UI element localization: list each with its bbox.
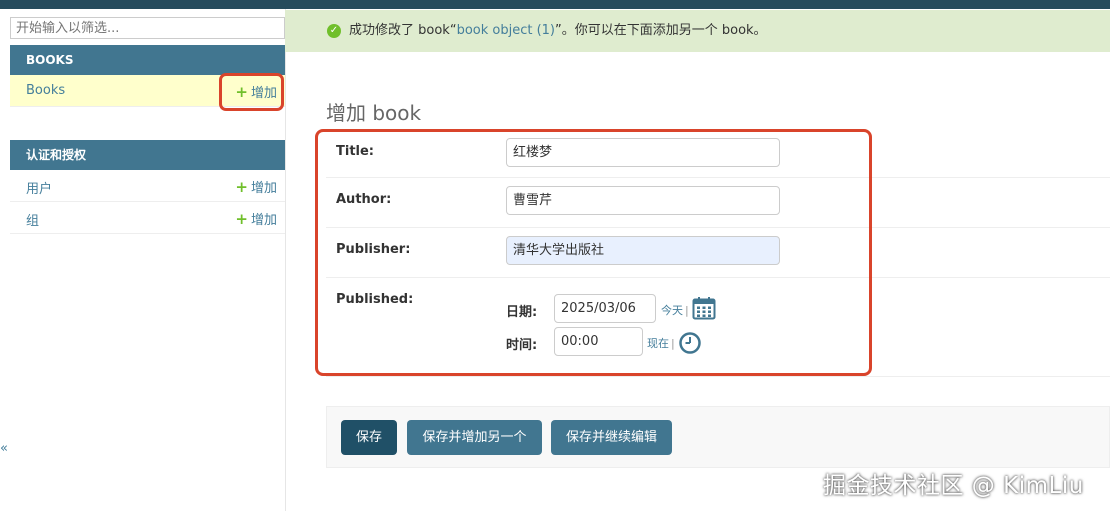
message-prefix: 成功修改了 book“ (349, 23, 457, 38)
save-button[interactable]: 保存 (341, 420, 397, 455)
message-suffix: ”。你可以在下面添加另一个 book。 (555, 23, 767, 38)
toggle-sidebar-icon[interactable]: « (0, 441, 8, 456)
success-message: ✓ 成功修改了 book“book object (1)”。你可以在下面添加另一… (285, 10, 1110, 52)
module-header-books[interactable]: BOOKS (10, 45, 285, 75)
sidebar-item-groups: 组 + 增加 (10, 202, 285, 234)
success-check-icon: ✓ (327, 24, 341, 38)
plus-icon: + (235, 210, 248, 228)
highlight-box-form (315, 129, 872, 376)
page-title: 增加 book (326, 101, 422, 126)
add-group-link[interactable]: + 增加 (235, 209, 277, 228)
sidebar-filter-input[interactable] (10, 17, 285, 39)
sidebar-item-users: 用户 + 增加 (10, 170, 285, 202)
plus-icon: + (235, 178, 248, 196)
save-and-continue-button[interactable]: 保存并继续编辑 (551, 420, 672, 455)
watermark: 掘金技术社区 @ KimLiu (823, 473, 1084, 499)
add-group-label: 增加 (250, 213, 277, 228)
add-user-label: 增加 (250, 181, 277, 196)
sidebar-link-books[interactable]: Books (26, 83, 65, 98)
top-header-bar (0, 0, 1110, 9)
module-auth: 认证和授权 用户 + 增加 组 + 增加 (10, 140, 285, 234)
module-header-auth[interactable]: 认证和授权 (10, 140, 285, 170)
sidebar-link-groups[interactable]: 组 (26, 210, 39, 229)
sidebar-link-users[interactable]: 用户 (26, 178, 52, 197)
message-object-link[interactable]: book object (1) (457, 23, 555, 38)
submit-row: 保存 保存并增加另一个 保存并继续编辑 (326, 406, 1110, 468)
save-and-add-another-button[interactable]: 保存并增加另一个 (407, 420, 542, 455)
highlight-box-add-link (219, 73, 284, 111)
add-user-link[interactable]: + 增加 (235, 177, 277, 196)
